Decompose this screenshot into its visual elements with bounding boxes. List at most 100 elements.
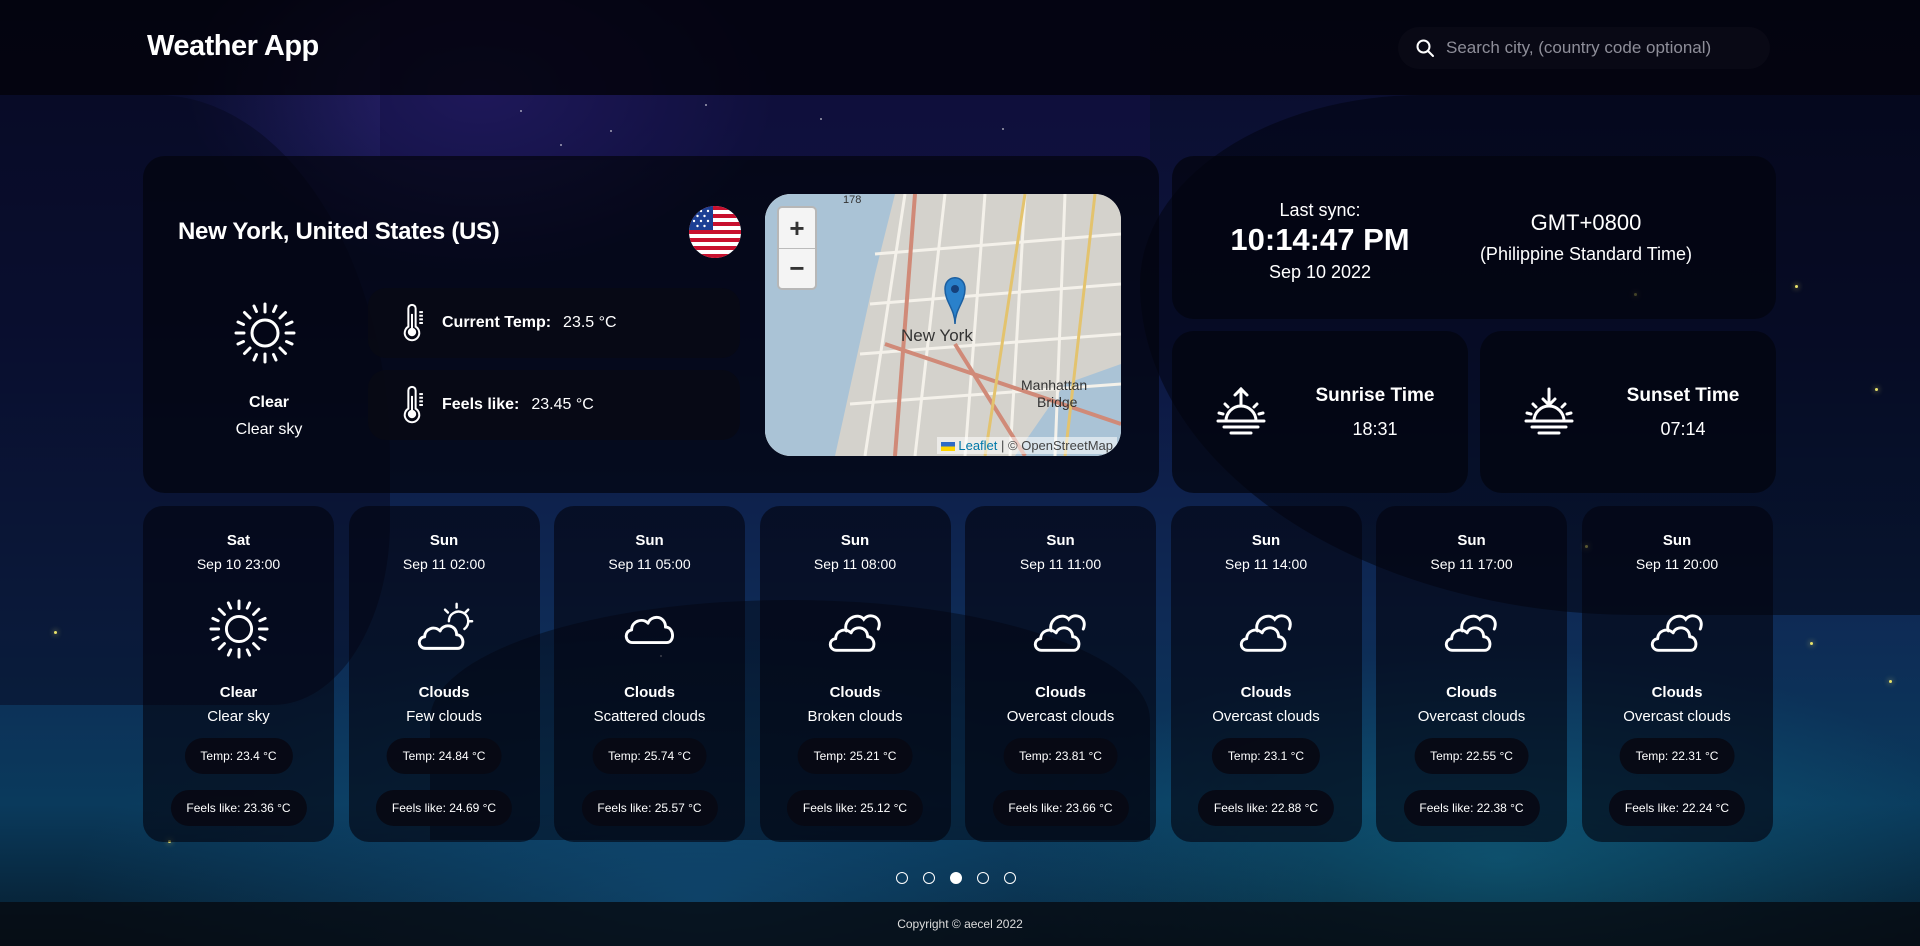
zoom-in-button[interactable]: + <box>779 208 815 248</box>
forecast-card: Sun Sep 11 02:00 Clouds Few clouds Temp: 24.… <box>348 506 540 842</box>
forecast-condition: Clouds <box>418 684 470 701</box>
forecast-day: Sun <box>1251 532 1281 549</box>
forecast-datetime: Sep 11 05:00 <box>608 556 691 572</box>
us-flag-icon <box>689 206 741 258</box>
forecast-card: Sun Sep 11 08:00 Clouds Broken clouds Temp: … <box>759 506 951 842</box>
forecast-description: Scattered clouds <box>593 708 706 725</box>
pagination-dot[interactable] <box>1004 872 1016 884</box>
forecast-temp: Temp: 23.4 °C <box>184 738 293 774</box>
forecast-day: Sun <box>1046 532 1075 549</box>
footer: Copyright © aecel 2022 <box>0 902 1920 946</box>
forecast-temp: Temp: 22.55 °C <box>1414 738 1529 774</box>
forecast-datetime: Sep 11 02:00 <box>402 556 486 572</box>
forecast-datetime: Sep 11 20:00 <box>1635 556 1719 572</box>
forecast-pagination <box>896 872 1016 884</box>
current-description: Clear sky <box>235 421 303 438</box>
clouds-icon <box>825 598 887 660</box>
forecast-description: Overcast clouds <box>1623 708 1731 725</box>
forecast-description: Overcast clouds <box>1417 708 1526 725</box>
forecast-feels-like: Feels like: 24.69 °C <box>375 790 513 826</box>
leaflet-link[interactable]: Leaflet <box>958 438 997 453</box>
map-label-city: New York <box>901 326 973 345</box>
top-bar: Weather App <box>0 0 1920 95</box>
forecast-temp: Temp: 25.21 °C <box>797 738 913 774</box>
current-condition: Clear <box>248 394 290 411</box>
sunrise-icon <box>1214 386 1268 439</box>
forecast-card: Sun Sep 11 17:00 Clouds Overcast clouds Temp… <box>1376 506 1567 842</box>
timezone-offset: GMT+0800 <box>1530 210 1642 235</box>
pagination-dot[interactable] <box>977 872 989 884</box>
forecast-feels-like: Feels like: 22.24 °C <box>1608 790 1746 826</box>
current-temp-label: Current Temp: <box>442 314 552 331</box>
forecast-datetime: Sep 11 14:00 <box>1224 556 1308 572</box>
zoom-out-button[interactable]: − <box>779 248 815 288</box>
thermometer-feels-icon <box>392 385 432 425</box>
pagination-dot[interactable] <box>950 872 962 884</box>
map-attribution: Leaflet | © OpenStreetMap <box>936 437 1117 454</box>
current-temp-pill: Current Temp: 23.5 °C <box>368 288 740 358</box>
sunset-card: Sunset Time 07:14 <box>1480 331 1776 493</box>
forecast-day: Sun <box>429 532 459 549</box>
forecast-temp: Temp: 22.31 °C <box>1619 738 1735 774</box>
sunset-icon <box>1522 387 1576 439</box>
forecast-condition: Clouds <box>829 684 881 701</box>
map-zoom-controls: + − <box>777 206 817 290</box>
forecast-datetime: Sep 11 17:00 <box>1430 556 1513 572</box>
map-label-road: 178 <box>843 194 862 206</box>
forecast-temp: Temp: 25.74 °C <box>592 738 707 774</box>
search-icon <box>1404 27 1446 69</box>
forecast-condition: Clouds <box>1240 684 1292 701</box>
sun-icon <box>208 598 270 660</box>
ukraine-flag-icon <box>940 442 955 452</box>
location-name: New York, United States (US) <box>178 218 500 245</box>
cloud-icon <box>619 598 681 660</box>
clouds-icon <box>1441 598 1503 660</box>
forecast-card: Sat Sep 10 23:00 Clear Clear sky Temp: 23.4 … <box>143 506 334 842</box>
timezone-name: (Philippine Standard Time) <box>1479 244 1693 264</box>
feels-like-label: Feels like: <box>442 396 520 413</box>
current-temp-value: 23.5 °C <box>563 314 617 331</box>
forecast-temp: Temp: 23.81 °C <box>1003 738 1118 774</box>
search-box[interactable] <box>1398 27 1770 69</box>
cloud-sun-icon <box>414 598 476 660</box>
forecast-description: Few clouds <box>406 708 482 725</box>
map-label-manhattan: Manhattan <box>1021 377 1088 393</box>
forecast-feels-like: Feels like: 23.66 °C <box>992 790 1129 826</box>
forecast-day: Sun <box>840 532 870 549</box>
clouds-icon <box>1236 598 1298 660</box>
forecast-feels-like: Feels like: 25.57 °C <box>581 790 718 826</box>
map-tiles <box>765 194 1121 456</box>
forecast-condition: Clouds <box>1035 684 1086 701</box>
forecast-temp: Temp: 24.84 °C <box>386 738 502 774</box>
forecast-description: Broken clouds <box>807 708 903 725</box>
pagination-dot[interactable] <box>923 872 935 884</box>
forecast-day: Sun <box>1457 532 1486 549</box>
sunset-title: Sunset Time <box>1626 385 1740 406</box>
last-sync-time: 10:14:47 PM <box>1230 222 1410 257</box>
sun-icon <box>233 301 297 365</box>
last-sync-label: Last sync: <box>1279 200 1361 220</box>
forecast-feels-like: Feels like: 23.36 °C <box>170 790 307 826</box>
forecast-card: Sun Sep 11 20:00 Clouds Overcast clouds Temp… <box>1581 506 1773 842</box>
pagination-dot[interactable] <box>896 872 908 884</box>
sunrise-time: 18:31 <box>1352 419 1398 439</box>
forecast-description: Clear sky <box>207 708 270 725</box>
forecast-day: Sun <box>635 532 664 549</box>
clouds-icon <box>1647 598 1709 660</box>
forecast-description: Overcast clouds <box>1006 708 1115 725</box>
sunset-time: 07:14 <box>1660 419 1706 439</box>
forecast-condition: Clouds <box>624 684 675 701</box>
forecast-feels-like: Feels like: 25.12 °C <box>786 790 924 826</box>
search-input[interactable] <box>1446 38 1770 58</box>
current-weather-card: New York, United States (US) Clear Clear… <box>143 156 1159 493</box>
forecast-card: Sun Sep 11 14:00 Clouds Overcast clouds Temp… <box>1170 506 1362 842</box>
location-map[interactable]: + − 178 New York Manhattan Bridge Leafle… <box>765 194 1121 456</box>
thermometer-celsius-icon <box>392 303 432 343</box>
forecast-description: Overcast clouds <box>1212 708 1320 725</box>
feels-like-value: 23.45 °C <box>531 396 594 413</box>
map-label-bridge: Bridge <box>1037 394 1078 410</box>
forecast-card: Sun Sep 11 11:00 Clouds Overcast clouds Temp… <box>965 506 1156 842</box>
forecast-datetime: Sep 11 08:00 <box>813 556 897 572</box>
forecast-condition: Clear <box>219 684 258 701</box>
forecast-feels-like: Feels like: 22.88 °C <box>1197 790 1335 826</box>
